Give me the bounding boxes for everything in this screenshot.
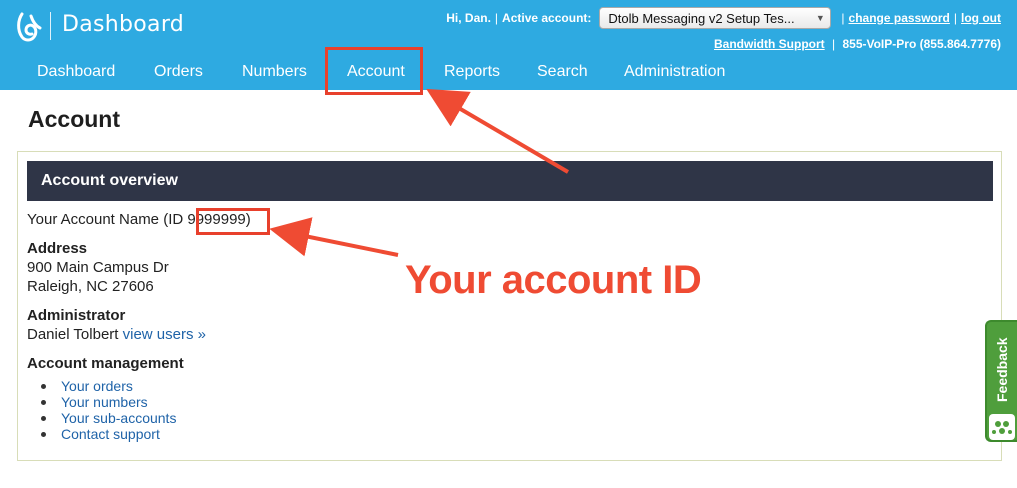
annotation-label: Your account ID: [405, 258, 702, 302]
feedback-tab[interactable]: Feedback: [985, 320, 1017, 442]
arrow-to-account-id: [269, 217, 399, 257]
annotation-arrows: [269, 88, 570, 257]
feedback-label: Feedback: [994, 337, 1010, 403]
arrow-to-account-nav: [426, 88, 570, 174]
feedback-dots-icon: [989, 414, 1015, 440]
